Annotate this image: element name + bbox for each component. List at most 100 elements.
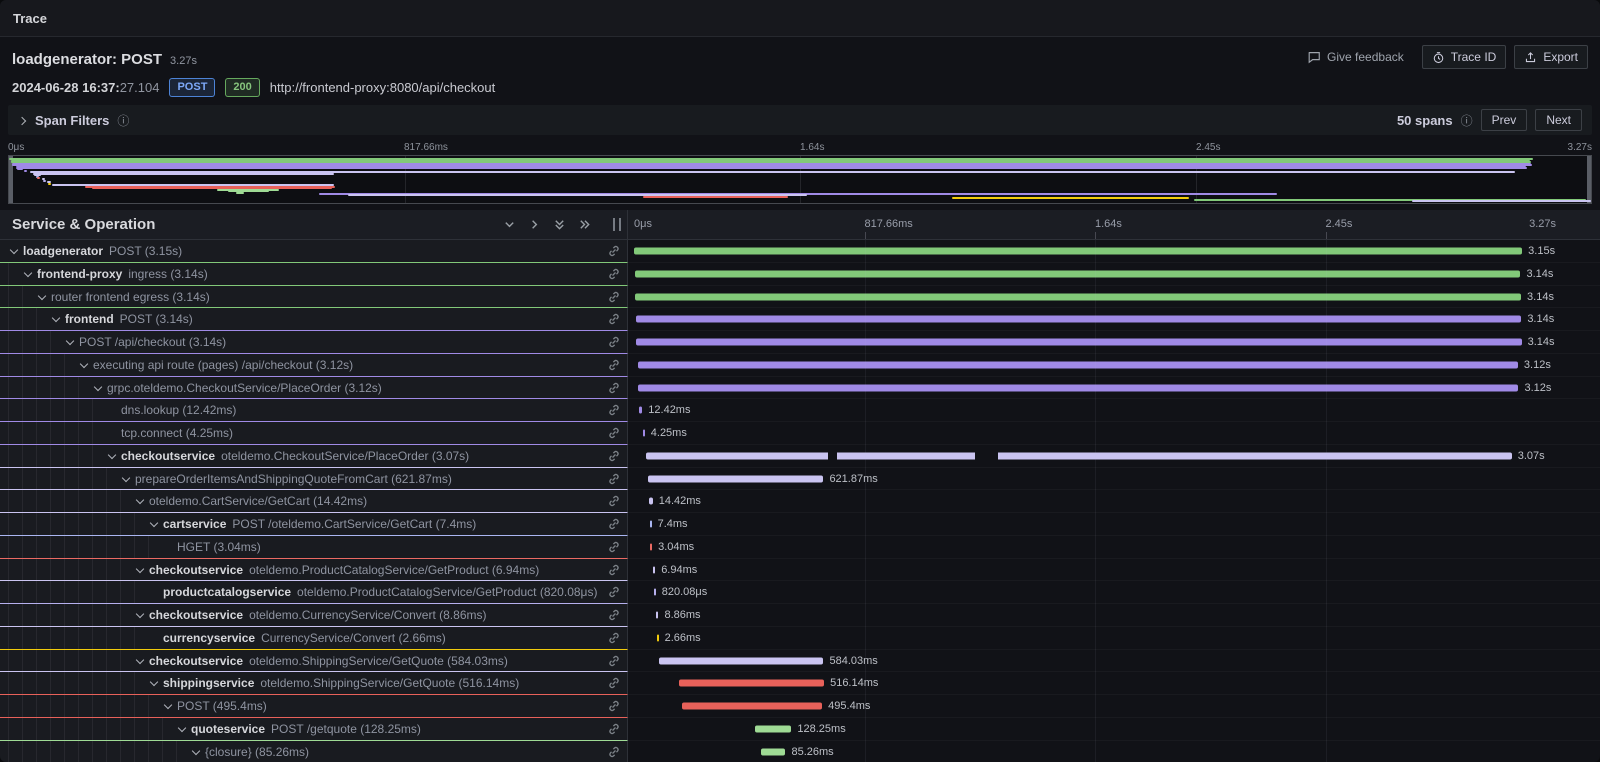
span-duration-bar[interactable]: [682, 703, 822, 710]
span-name-cell[interactable]: loadgeneratorPOST (3.15s): [0, 240, 628, 263]
span-link-icon[interactable]: [607, 494, 621, 508]
chevron-down-icon[interactable]: [106, 450, 118, 462]
chevron-down-icon[interactable]: [36, 291, 48, 303]
chevron-down-icon[interactable]: [8, 245, 20, 257]
chevron-down-icon[interactable]: [176, 723, 188, 735]
span-duration-bar[interactable]: [653, 566, 655, 573]
span-name-cell[interactable]: oteldemo.CartService/GetCart (14.42ms): [0, 490, 628, 513]
span-link-icon[interactable]: [607, 449, 621, 463]
span-link-icon[interactable]: [607, 699, 621, 713]
span-duration-bar[interactable]: [650, 521, 652, 528]
span-duration-bar[interactable]: [657, 634, 659, 641]
chevron-down-icon[interactable]: [162, 700, 174, 712]
span-name-cell[interactable]: currencyserviceCurrencyService/Convert (…: [0, 627, 628, 650]
span-link-icon[interactable]: [607, 290, 621, 304]
span-duration-bar[interactable]: [650, 543, 652, 550]
span-name-cell[interactable]: cartservicePOST /oteldemo.CartService/Ge…: [0, 513, 628, 536]
span-duration-bar[interactable]: [635, 270, 1520, 277]
span-link-icon[interactable]: [607, 722, 621, 736]
span-duration-bar[interactable]: [646, 452, 1512, 459]
span-duration-bar[interactable]: [643, 430, 645, 437]
chevron-down-icon[interactable]: [134, 609, 146, 621]
span-name-cell[interactable]: tcp.connect (4.25ms): [0, 422, 628, 445]
expand-one-icon[interactable]: [528, 218, 541, 231]
span-filters-label[interactable]: Span Filters: [35, 113, 109, 128]
chevron-down-icon[interactable]: [64, 336, 76, 348]
span-link-icon[interactable]: [607, 563, 621, 577]
chevron-down-icon[interactable]: [120, 473, 132, 485]
span-link-icon[interactable]: [607, 540, 621, 554]
span-link-icon[interactable]: [607, 381, 621, 395]
span-duration-bar[interactable]: [634, 248, 1522, 255]
span-duration-bar[interactable]: [656, 612, 658, 619]
span-duration-bar[interactable]: [635, 293, 1521, 300]
span-name-cell[interactable]: checkoutserviceoteldemo.ShippingService/…: [0, 650, 628, 673]
span-duration-bar[interactable]: [639, 407, 643, 414]
span-name-cell[interactable]: prepareOrderItemsAndShippingQuoteFromCar…: [0, 468, 628, 491]
span-link-icon[interactable]: [607, 472, 621, 486]
span-link-icon[interactable]: [607, 517, 621, 531]
span-link-icon[interactable]: [607, 358, 621, 372]
expand-all-icon[interactable]: [578, 218, 591, 231]
span-duration-bar[interactable]: [654, 589, 656, 596]
chevron-down-icon[interactable]: [134, 655, 146, 667]
span-name-cell[interactable]: checkoutserviceoteldemo.CurrencyService/…: [0, 604, 628, 627]
span-name-cell[interactable]: POST (495.4ms): [0, 695, 628, 718]
span-name-cell[interactable]: POST /api/checkout (3.14s): [0, 331, 628, 354]
minimap-canvas[interactable]: [8, 155, 1592, 204]
span-name-cell[interactable]: shippingserviceoteldemo.ShippingService/…: [0, 672, 628, 695]
span-name-cell[interactable]: executing api route (pages) /api/checkou…: [0, 354, 628, 377]
next-button[interactable]: Next: [1535, 109, 1582, 131]
span-name-cell[interactable]: dns.lookup (12.42ms): [0, 399, 628, 422]
minimap-right-handle[interactable]: [1587, 156, 1591, 203]
chevron-down-icon[interactable]: [134, 564, 146, 576]
trace-id-button[interactable]: Trace ID: [1422, 45, 1507, 69]
chevron-down-icon[interactable]: [134, 495, 146, 507]
prev-button[interactable]: Prev: [1481, 109, 1528, 131]
span-name-cell[interactable]: frontend-proxyingress (3.14s): [0, 263, 628, 286]
span-link-icon[interactable]: [607, 631, 621, 645]
collapse-one-icon[interactable]: [503, 218, 516, 231]
span-duration-bar[interactable]: [648, 475, 823, 482]
span-duration-bar[interactable]: [761, 748, 785, 755]
column-resizer-handle[interactable]: [613, 218, 621, 231]
span-name-cell[interactable]: frontendPOST (3.14s): [0, 308, 628, 331]
chevron-down-icon[interactable]: [92, 382, 104, 394]
span-name-cell[interactable]: quoteservicePOST /getquote (128.25ms): [0, 718, 628, 741]
span-duration-bar[interactable]: [638, 384, 1518, 391]
span-link-icon[interactable]: [607, 676, 621, 690]
chevron-down-icon[interactable]: [50, 313, 62, 325]
span-name-cell[interactable]: grpc.oteldemo.CheckoutService/PlaceOrder…: [0, 377, 628, 400]
span-link-icon[interactable]: [607, 335, 621, 349]
span-duration-bar[interactable]: [755, 725, 791, 732]
span-name-cell[interactable]: {closure} (85.26ms): [0, 741, 628, 762]
chevron-down-icon[interactable]: [190, 746, 202, 758]
span-link-icon[interactable]: [607, 403, 621, 417]
span-link-icon[interactable]: [607, 244, 621, 258]
span-name-cell[interactable]: checkoutserviceoteldemo.ProductCatalogSe…: [0, 559, 628, 582]
span-link-icon[interactable]: [607, 654, 621, 668]
export-button[interactable]: Export: [1514, 45, 1588, 69]
span-duration-bar[interactable]: [636, 316, 1521, 323]
span-name-cell[interactable]: router frontend egress (3.14s): [0, 286, 628, 309]
give-feedback-button[interactable]: Give feedback: [1297, 45, 1414, 69]
span-name-cell[interactable]: checkoutserviceoteldemo.CheckoutService/…: [0, 445, 628, 468]
span-link-icon[interactable]: [607, 585, 621, 599]
span-duration-bar[interactable]: [636, 339, 1522, 346]
chevron-down-icon[interactable]: [78, 359, 90, 371]
chevron-down-icon[interactable]: [148, 518, 160, 530]
span-link-icon[interactable]: [607, 312, 621, 326]
span-duration-bar[interactable]: [659, 657, 824, 664]
span-name-cell[interactable]: productcatalogserviceoteldemo.ProductCat…: [0, 581, 628, 604]
chevron-down-icon[interactable]: [22, 268, 34, 280]
chevron-right-icon[interactable]: [18, 116, 27, 125]
span-link-icon[interactable]: [607, 745, 621, 759]
span-duration-bar[interactable]: [638, 361, 1518, 368]
span-name-cell[interactable]: HGET (3.04ms): [0, 536, 628, 559]
span-duration-bar[interactable]: [649, 498, 653, 505]
span-duration-bar[interactable]: [679, 680, 825, 687]
span-link-icon[interactable]: [607, 426, 621, 440]
collapse-all-icon[interactable]: [553, 218, 566, 231]
chevron-down-icon[interactable]: [148, 677, 160, 689]
span-link-icon[interactable]: [607, 608, 621, 622]
